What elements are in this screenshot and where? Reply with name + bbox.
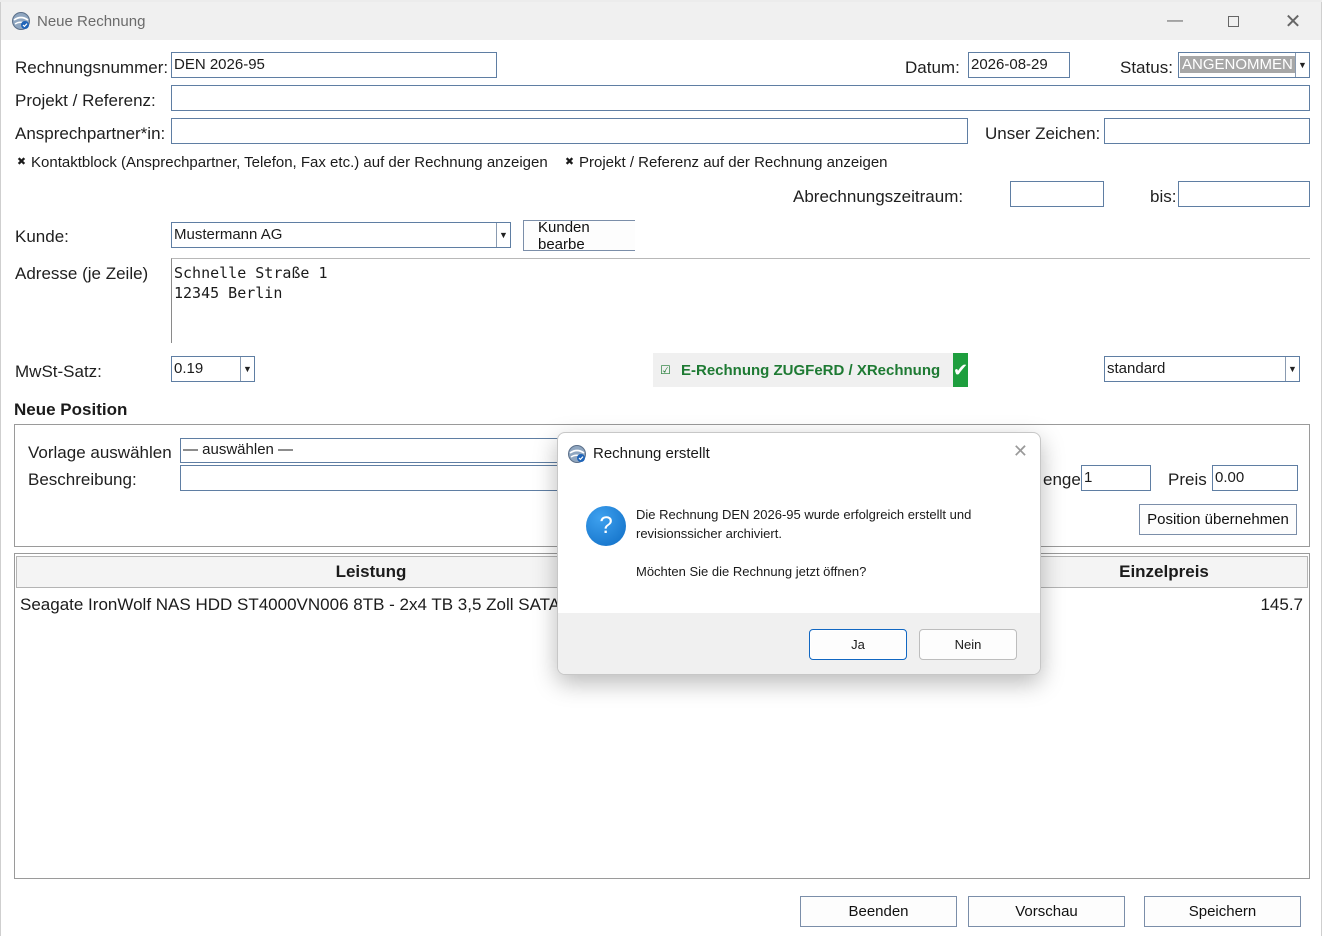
einvoice-profile-value: standard	[1107, 360, 1166, 377]
address-line: 12345 Berlin	[174, 284, 283, 302]
dialog-message-line: revisionssicher archiviert.	[636, 526, 782, 541]
einvoice-checkbox[interactable]: ☑ E-Rechnung ZUGFeRD / XRechnung	[660, 362, 940, 379]
einvoice-profile-select[interactable]: standard ▼	[1104, 356, 1300, 382]
our-ref-label: Unser Zeichen:	[985, 124, 1101, 143]
einvoice-label: E-Rechnung ZUGFeRD / XRechnung	[681, 362, 941, 379]
billing-from-input[interactable]	[1010, 181, 1104, 207]
save-button[interactable]: Speichern	[1144, 896, 1301, 927]
no-button[interactable]: Nein	[919, 629, 1017, 660]
project-ref-checkbox-label: Projekt / Referenz auf der Rechnung anze…	[579, 154, 888, 171]
our-ref-input[interactable]	[1104, 118, 1310, 144]
address-label: Adresse (je Zeile)	[15, 264, 149, 283]
quantity-input[interactable]: 1	[1081, 465, 1151, 491]
status-value: ANGENOMMEN	[1180, 56, 1295, 73]
checkmark-icon: ☑	[660, 363, 671, 377]
chevron-down-icon: ▼	[496, 223, 510, 247]
address-line: Schnelle Straße 1	[174, 264, 328, 282]
minimize-icon: —	[1167, 12, 1183, 29]
price-input[interactable]: 0.00	[1212, 465, 1298, 491]
yes-button[interactable]: Ja	[809, 629, 907, 660]
contact-block-checkbox-label: Kontaktblock (Ansprechpartner, Telefon, …	[31, 154, 548, 171]
customer-select[interactable]: Mustermann AG ▼	[171, 222, 511, 248]
contact-block-checkbox[interactable]: ✖ Kontaktblock (Ansprechpartner, Telefon…	[16, 154, 548, 171]
contact-label: Ansprechpartner*in:	[15, 124, 166, 143]
window-title: Neue Rechnung	[37, 13, 146, 30]
vat-select[interactable]: 0.19 ▼	[171, 356, 255, 382]
table-cell-unit-price: 145.7	[1260, 595, 1303, 614]
project-input[interactable]	[171, 85, 1310, 111]
maximize-icon	[1227, 15, 1239, 27]
minimize-button[interactable]: —	[1147, 2, 1203, 40]
vat-value: 0.19	[174, 360, 204, 377]
dialog-footer: Ja Nein	[558, 613, 1040, 674]
close-icon: ✕	[1284, 10, 1302, 33]
chevron-down-icon: ▼	[1295, 53, 1309, 77]
maximize-button[interactable]	[1205, 2, 1261, 40]
customer-label: Kunde:	[15, 227, 69, 246]
date-input[interactable]: 2026-08-29	[968, 52, 1070, 78]
question-icon: ?	[586, 506, 626, 546]
until-label: bis:	[1150, 187, 1177, 206]
title-bar: Neue Rechnung — ✕	[1, 2, 1321, 40]
chevron-down-icon: ▼	[240, 357, 254, 381]
status-select[interactable]: ANGENOMMEN ▼	[1178, 52, 1310, 78]
table-header-unit-price[interactable]: Einzelpreis	[1020, 556, 1308, 588]
dialog-close-button[interactable]: ✕	[1013, 441, 1028, 462]
new-position-title: Neue Position	[14, 400, 128, 419]
app-icon	[567, 444, 587, 464]
quantity-label: enge	[1043, 470, 1081, 489]
vat-label: MwSt-Satz:	[15, 362, 102, 381]
table-cell-service: Seagate IronWolf NAS HDD ST4000VN006 8TB…	[20, 595, 574, 614]
customer-value: Mustermann AG	[174, 226, 283, 243]
app-icon	[11, 11, 31, 31]
dialog-question: Möchten Sie die Rechnung jetzt öffnen?	[636, 564, 867, 579]
contact-input[interactable]	[171, 118, 968, 144]
invoice-created-dialog: Rechnung erstellt ✕ ? Die Rechnung DEN 2…	[557, 432, 1041, 675]
dialog-message-line: Die Rechnung DEN 2026-95 wurde erfolgrei…	[636, 507, 972, 522]
billing-period-label: Abrechnungszeitraum:	[793, 187, 964, 206]
status-label: Status:	[1120, 58, 1173, 77]
dialog-message: Die Rechnung DEN 2026-95 wurde erfolgrei…	[636, 505, 971, 543]
checkbox-checked-icon: ✖	[564, 156, 575, 168]
address-textarea[interactable]: Schnelle Straße 1 12345 Berlin	[171, 258, 1310, 343]
invoice-number-input[interactable]: DEN 2026-95	[171, 52, 497, 78]
exit-button[interactable]: Beenden	[800, 896, 957, 927]
preview-button[interactable]: Vorschau	[968, 896, 1125, 927]
chevron-down-icon: ▼	[1285, 357, 1299, 381]
einvoice-panel: ☑ E-Rechnung ZUGFeRD / XRechnung ✔	[653, 353, 968, 387]
add-position-button[interactable]: Position übernehmen	[1139, 504, 1297, 535]
description-label: Beschreibung:	[28, 470, 137, 489]
template-select[interactable]: — auswählen —	[180, 438, 580, 463]
invoice-number-label: Rechnungsnummer:	[15, 58, 169, 77]
price-label: Preis	[1168, 470, 1207, 489]
close-button[interactable]: ✕	[1265, 2, 1321, 40]
billing-to-input[interactable]	[1178, 181, 1310, 207]
project-ref-checkbox[interactable]: ✖ Projekt / Referenz auf der Rechnung an…	[564, 154, 888, 171]
date-label: Datum:	[905, 58, 960, 77]
template-label: Vorlage auswählen	[28, 443, 172, 462]
dialog-title: Rechnung erstellt	[593, 445, 710, 462]
close-icon: ✕	[1012, 441, 1028, 461]
einvoice-status-check-icon: ✔	[953, 353, 968, 387]
description-input[interactable]	[180, 465, 580, 491]
checkbox-checked-icon: ✖	[16, 156, 27, 168]
project-label: Projekt / Referenz:	[15, 91, 156, 110]
edit-customer-button[interactable]: Kunden bearbe	[523, 220, 635, 251]
